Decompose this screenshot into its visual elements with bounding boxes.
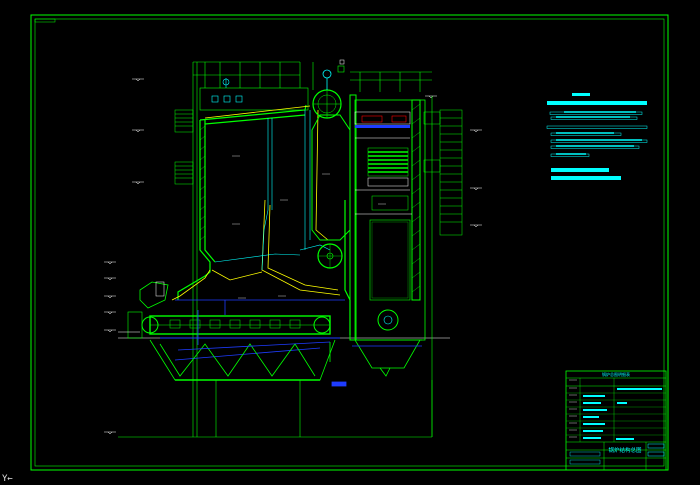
convection-pass: [349, 94, 426, 341]
title-block-header: 锅炉总图明细表: [602, 371, 630, 377]
elevation-markers-right: [425, 95, 482, 228]
economizer-hatch: [411, 103, 421, 293]
chain-grate: [141, 315, 340, 361]
technical-notes: [546, 93, 648, 180]
drawing-name: 锅炉结构总图: [608, 446, 642, 454]
elevation-markers-left: [104, 78, 144, 435]
right-platforms: [423, 109, 463, 236]
ash-hoppers-right: [352, 339, 422, 377]
mud-drum: [317, 243, 343, 269]
wall-hatching: [199, 125, 206, 241]
sheet-id-tab: [34, 18, 56, 23]
callout-marks: [232, 155, 386, 299]
ucs-axis-indicator: Y←: [2, 474, 13, 484]
steam-drum: [312, 59, 345, 119]
boiler-roof: [199, 78, 309, 111]
title-block: [565, 370, 667, 471]
ash-hopper-trusses: [149, 339, 347, 387]
left-platforms: [174, 109, 194, 185]
cyan-tube-bundles: [214, 110, 351, 271]
steel-frame: [192, 61, 433, 437]
cad-drawing-canvas[interactable]: 锅炉总图明细表 锅炉结构总图: [0, 0, 700, 485]
